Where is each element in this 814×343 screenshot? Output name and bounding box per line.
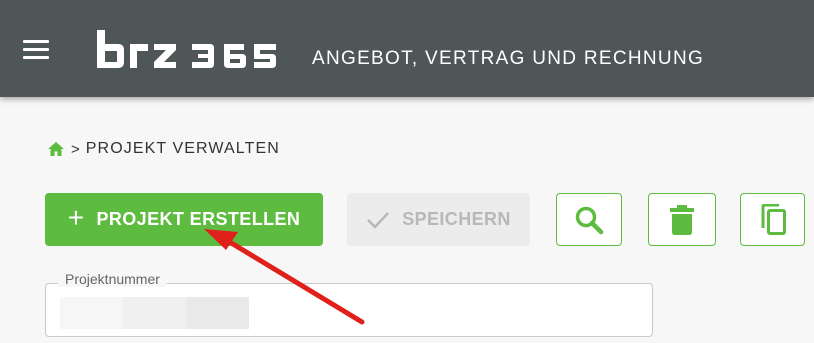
app-title: ANGEBOT, VERTRAG UND RECHNUNG — [312, 48, 705, 69]
project-number-label: Projektnummer — [58, 271, 167, 287]
project-number-input[interactable] — [60, 297, 249, 329]
create-project-label: PROJEKT ERSTELLEN — [96, 209, 301, 229]
app-bar: ANGEBOT, VERTRAG UND RECHNUNG — [0, 0, 814, 97]
menu-button[interactable] — [20, 38, 52, 62]
search-icon — [575, 206, 604, 234]
breadcrumb: > PROJEKT VERWALTEN — [47, 139, 280, 159]
checkmark-icon — [367, 211, 390, 229]
save-label: SPEICHERN — [402, 209, 511, 229]
copy-icon — [761, 203, 786, 235]
delete-button[interactable] — [648, 193, 716, 246]
save-button[interactable]: SPEICHERN — [347, 193, 530, 246]
breadcrumb-current: PROJEKT VERWALTEN — [85, 140, 280, 157]
create-project-button[interactable]: + PROJEKT ERSTELLEN — [45, 193, 323, 246]
menu-icon — [23, 40, 49, 43]
brz-365-logo[interactable] — [94, 30, 278, 70]
breadcrumb-separator: > — [71, 140, 80, 158]
home-icon[interactable] — [47, 141, 65, 157]
search-button[interactable] — [556, 193, 622, 246]
plus-icon: + — [67, 202, 85, 233]
trash-icon — [670, 204, 694, 235]
copy-button[interactable] — [740, 193, 805, 246]
